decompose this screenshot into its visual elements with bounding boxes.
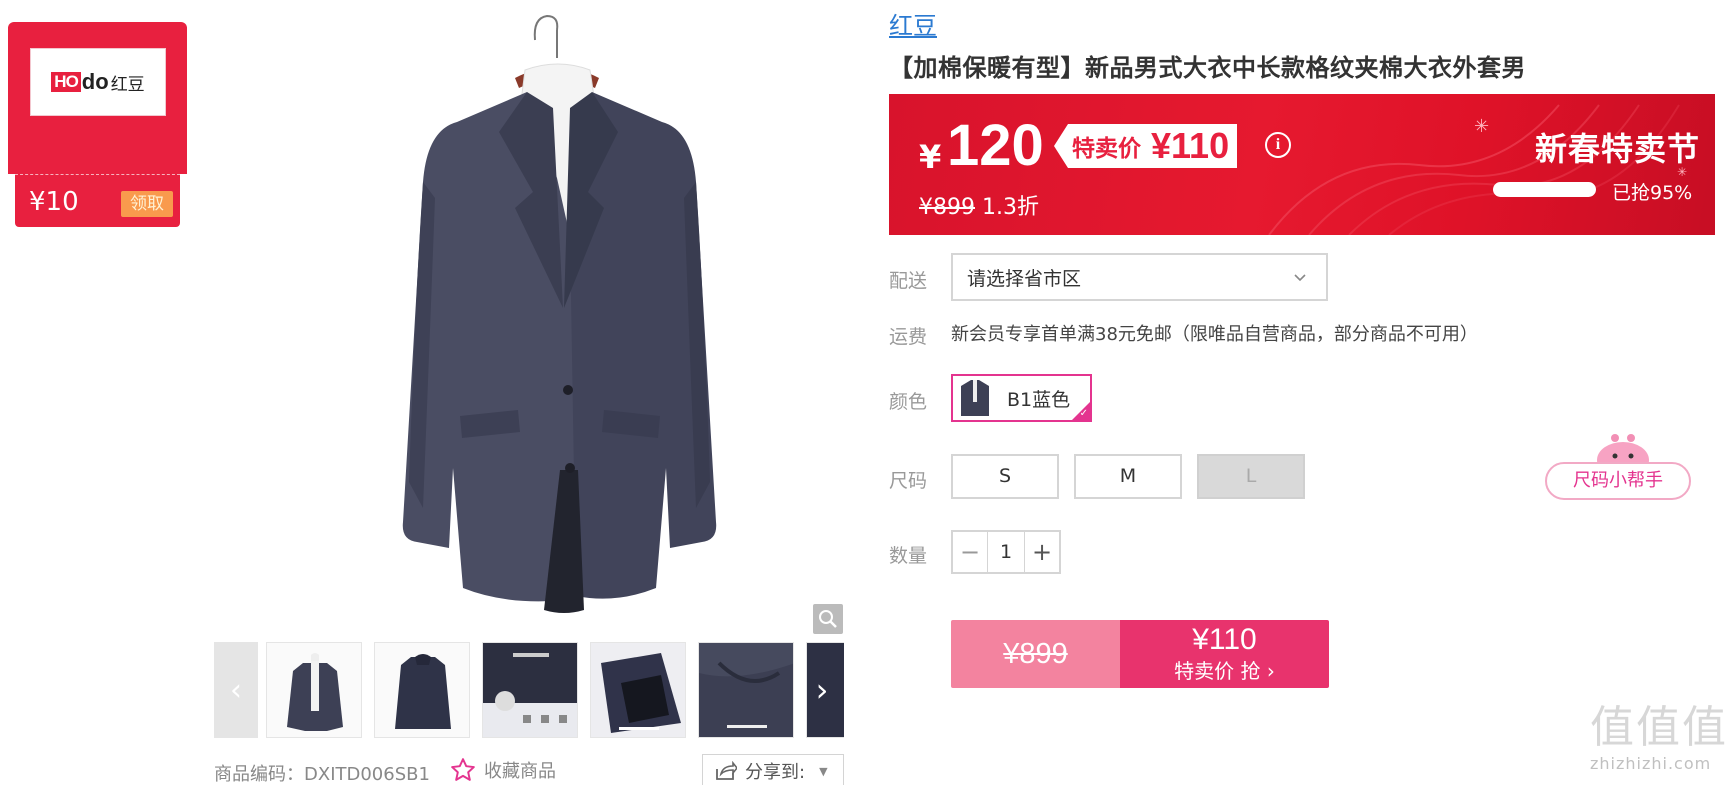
sold-progress-fill [1495, 184, 1590, 195]
coupon-header: HO do 红豆 [8, 22, 187, 174]
brand-logo: HO do 红豆 [30, 48, 166, 116]
quantity-input[interactable]: 1 [987, 532, 1025, 572]
watermark-url: zhizhizhi.com [1590, 754, 1712, 773]
thumbnail-next-button[interactable]: › [800, 642, 844, 738]
size-helper-button[interactable]: 尺码小帮手 [1545, 432, 1693, 500]
current-price: 120 [947, 113, 1044, 178]
region-placeholder: 请选择省市区 [967, 267, 1082, 290]
buy-special-section: ¥110 特卖价 抢 › [1120, 620, 1329, 688]
quantity-label: 数量 [889, 545, 928, 567]
thumbnail-coat-back[interactable] [374, 642, 470, 738]
color-option-label: B1蓝色 [1007, 388, 1071, 411]
brand-link[interactable]: 红豆 [889, 6, 937, 41]
thumbnail-lining-detail[interactable] [590, 642, 686, 738]
size-helper-label: 尺码小帮手 [1545, 462, 1691, 500]
festival-title: 新春特卖节 [1535, 130, 1701, 168]
logo-chinese: 红豆 [110, 74, 145, 94]
special-price-label: 特卖价 [1072, 136, 1141, 162]
original-price: ¥899 [919, 195, 975, 220]
main-product-image[interactable] [290, 0, 835, 628]
quantity-plus-button[interactable]: + [1025, 532, 1059, 572]
coupon-claim-button[interactable]: 领取 [121, 191, 173, 217]
coupon-amount: ¥10 [29, 187, 79, 217]
product-code: 商品编码：DXITD006SB1 [214, 764, 430, 785]
shipping-label: 运费 [889, 326, 928, 348]
price-banner: ✳ ✳ ¥ 120 特卖价 ¥110 i ¥899 1.3折 新春特卖节 已抢9… [889, 94, 1715, 235]
logo-prefix: HO [51, 72, 81, 92]
color-label: 颜色 [889, 391, 928, 413]
coupon-footer: ¥10 领取 [15, 174, 180, 227]
special-price-value: ¥110 [1151, 125, 1230, 166]
quantity-minus-button[interactable]: − [953, 532, 987, 572]
color-swatch-image [957, 376, 993, 420]
chevron-right-icon: › [815, 671, 829, 709]
size-option-s[interactable]: S [951, 454, 1059, 499]
region-select[interactable]: 请选择省市区 [951, 253, 1328, 301]
favorite-button[interactable]: 收藏商品 [450, 757, 556, 783]
original-price-row: ¥899 1.3折 [919, 189, 1039, 221]
price-currency: ¥ [919, 138, 942, 176]
zoom-button[interactable] [813, 604, 843, 634]
thumbnail-strip [266, 642, 844, 738]
share-icon [716, 761, 737, 780]
size-option-m[interactable]: M [1074, 454, 1182, 499]
thumbnail-prev-button[interactable]: ‹ [214, 642, 258, 738]
chevron-down-icon [1294, 274, 1306, 282]
thumbnail-model-front[interactable] [266, 642, 362, 738]
sold-progress-bar [1493, 182, 1596, 197]
shipping-info: 新会员专享首单满38元免邮（限唯品自营商品，部分商品不可用） [951, 324, 1478, 345]
watermark-logo: 值值值 [1590, 702, 1728, 753]
buy-action-label: 特卖价 抢 › [1174, 659, 1275, 683]
delivery-label: 配送 [889, 270, 928, 292]
sold-progress-text: 已抢95% [1612, 182, 1693, 204]
star-icon [451, 758, 475, 781]
logo-suffix: do [81, 69, 109, 94]
product-title: 【加棉保暖有型】新品男式大衣中长款格纹夹棉大衣外套男 [889, 54, 1526, 82]
caret-down-icon: ▼ [819, 764, 828, 778]
share-dropdown[interactable]: 分享到: ▼ [702, 754, 844, 785]
check-icon: ✓ [1079, 408, 1088, 419]
buy-original-price: ¥899 [951, 620, 1120, 688]
svg-text:✳: ✳ [1474, 116, 1489, 137]
buy-special-price: ¥110 [1192, 623, 1257, 656]
color-option-b1-blue[interactable]: B1蓝色 ✓ [951, 374, 1092, 422]
info-icon[interactable]: i [1265, 132, 1291, 158]
chevron-left-icon: ‹ [230, 672, 242, 708]
size-label: 尺码 [889, 470, 928, 492]
favorite-label: 收藏商品 [484, 761, 556, 782]
magnifier-icon [819, 610, 837, 628]
watermark: 值值值 zhizhizhi.com [1590, 702, 1730, 784]
size-option-l[interactable]: L [1197, 454, 1305, 499]
buy-button[interactable]: ¥899 ¥110 特卖价 抢 › [951, 620, 1329, 688]
share-label: 分享到: [745, 762, 806, 783]
coupon-card[interactable]: HO do 红豆 ¥10 领取 [8, 22, 187, 227]
quantity-stepper: − 1 + [951, 530, 1061, 574]
special-price-tag: 特卖价 ¥110 [1054, 124, 1238, 168]
thumbnail-fabric-detail[interactable] [482, 642, 578, 738]
discount-rate: 1.3折 [982, 195, 1039, 220]
thumbnail-collar-detail[interactable] [698, 642, 794, 738]
